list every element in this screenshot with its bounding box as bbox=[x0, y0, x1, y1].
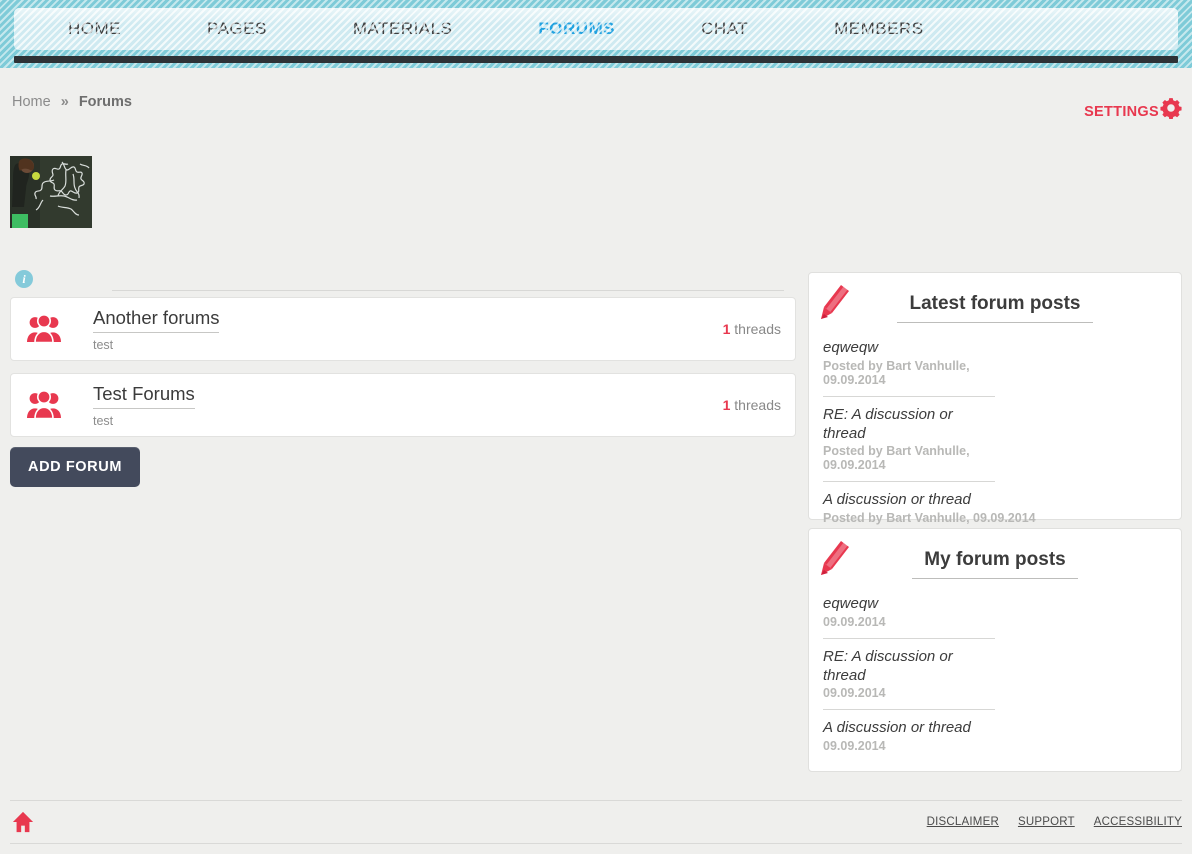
post-title[interactable]: RE: A discussion or thread bbox=[823, 406, 995, 444]
panel-title: My forum posts bbox=[912, 549, 1078, 579]
settings-label: SETTINGS bbox=[1084, 104, 1159, 120]
nav-item-home[interactable]: HOME bbox=[68, 19, 121, 39]
footer-divider-top bbox=[10, 800, 1182, 801]
panel-header: Latest forum posts bbox=[809, 273, 1181, 331]
info-icon[interactable]: i bbox=[15, 270, 33, 288]
nav-item-materials[interactable]: MATERIALS bbox=[353, 19, 453, 39]
post-meta: Posted by Bart Vanhulle, 09.09.2014 bbox=[823, 444, 970, 473]
nav-item-members[interactable]: MEMBERS bbox=[834, 19, 923, 39]
footer-divider-bottom bbox=[10, 843, 1182, 844]
breadcrumb: Home » Forums bbox=[12, 94, 132, 110]
forum-name-link[interactable]: Test Forums bbox=[93, 383, 195, 409]
title-divider bbox=[112, 290, 784, 291]
navbar-underline-bar bbox=[14, 56, 1178, 63]
forum-post-item[interactable]: A discussion or thread 09.09.2014 bbox=[823, 719, 1163, 762]
panel-post-list: eqweqw Posted by Bart Vanhulle, 09.09.201… bbox=[809, 331, 1181, 534]
forum-post-item[interactable]: RE: A discussion or thread 09.09.2014 bbox=[823, 648, 995, 711]
post-title[interactable]: eqweqw bbox=[823, 339, 995, 358]
forum-text: Test Forums test bbox=[93, 383, 723, 428]
panel-title: Latest forum posts bbox=[897, 293, 1093, 323]
forum-row[interactable]: Another forums test 1 threads bbox=[10, 297, 796, 361]
forum-thread-count: 1 threads bbox=[723, 397, 781, 413]
panel-post-list: eqweqw 09.09.2014 RE: A discussion or thre… bbox=[809, 587, 1181, 762]
post-title[interactable]: eqweqw bbox=[823, 595, 995, 614]
post-meta: Posted by Bart Vanhulle, 09.09.2014 bbox=[823, 511, 1036, 525]
post-meta: 09.09.2014 bbox=[823, 614, 886, 629]
forum-post-item[interactable]: eqweqw 09.09.2014 bbox=[823, 595, 995, 639]
latest-forum-posts-panel: Latest forum posts eqweqw Posted by Bart … bbox=[808, 272, 1182, 525]
navigation-items: HOME PAGES MATERIALS FORUMS CHAT MEMBERS bbox=[14, 8, 1178, 50]
post-title[interactable]: A discussion or thread bbox=[823, 719, 1163, 738]
breadcrumb-separator: » bbox=[60, 94, 69, 110]
footer-link-support[interactable]: SUPPORT bbox=[1018, 816, 1075, 828]
space-thumbnail[interactable] bbox=[10, 156, 92, 228]
post-meta: 09.09.2014 bbox=[823, 686, 886, 701]
breadcrumb-link-home[interactable]: Home bbox=[12, 94, 51, 110]
forum-row[interactable]: Test Forums test 1 threads bbox=[10, 373, 796, 437]
nav-item-pages[interactable]: PAGES bbox=[207, 19, 267, 39]
group-icon bbox=[27, 391, 61, 419]
settings-button[interactable]: SETTINGS bbox=[1084, 98, 1182, 120]
group-icon bbox=[27, 315, 61, 343]
thread-count-label: threads bbox=[734, 397, 781, 413]
my-forum-posts-panel: My forum posts eqweqw 09.09.2014 RE: A dis… bbox=[808, 528, 1182, 772]
post-title[interactable]: RE: A discussion or thread bbox=[823, 648, 995, 686]
post-title[interactable]: A discussion or thread bbox=[823, 491, 1163, 510]
forum-text: Another forums test bbox=[93, 307, 723, 352]
thread-count-label: threads bbox=[734, 321, 781, 337]
post-meta: Posted by Bart Vanhulle, 09.09.2014 bbox=[823, 358, 970, 387]
footer-links: DISCLAIMER SUPPORT ACCESSIBILITY bbox=[927, 816, 1182, 828]
forum-description: test bbox=[93, 337, 114, 352]
add-forum-button[interactable]: ADD FORUM bbox=[10, 447, 141, 487]
post-meta: 09.09.2014 bbox=[823, 739, 886, 753]
pencil-icon bbox=[821, 285, 849, 319]
footer-link-accessibility[interactable]: ACCESSIBILITY bbox=[1094, 816, 1182, 828]
home-icon[interactable] bbox=[12, 811, 34, 833]
forum-post-item[interactable]: eqweqw Posted by Bart Vanhulle, 09.09.201… bbox=[823, 339, 995, 397]
breadcrumb-current: Forums bbox=[78, 94, 132, 110]
pencil-icon bbox=[821, 541, 849, 575]
nav-item-chat[interactable]: CHAT bbox=[701, 19, 748, 39]
forum-list: Another forums test 1 threads Test Forums t… bbox=[10, 297, 796, 449]
panel-header: My forum posts bbox=[809, 529, 1181, 587]
thread-count-number: 1 bbox=[722, 321, 731, 337]
footer-link-disclaimer[interactable]: DISCLAIMER bbox=[927, 816, 999, 828]
forum-description: test bbox=[93, 413, 114, 428]
gear-icon bbox=[1160, 98, 1182, 119]
nav-item-forums[interactable]: FORUMS bbox=[538, 19, 615, 39]
thread-count-number: 1 bbox=[722, 397, 731, 413]
space-title-row: Demonstration TwinSpace Welcome Bart Van… bbox=[0, 140, 1192, 378]
main-navigation-bar: HOME PAGES MATERIALS FORUMS CHAT MEMBERS bbox=[14, 8, 1178, 50]
forum-thread-count: 1 threads bbox=[723, 321, 781, 337]
forum-post-item[interactable]: RE: A discussion or thread Posted by Bart… bbox=[823, 406, 995, 483]
forum-name-link[interactable]: Another forums bbox=[93, 307, 220, 333]
